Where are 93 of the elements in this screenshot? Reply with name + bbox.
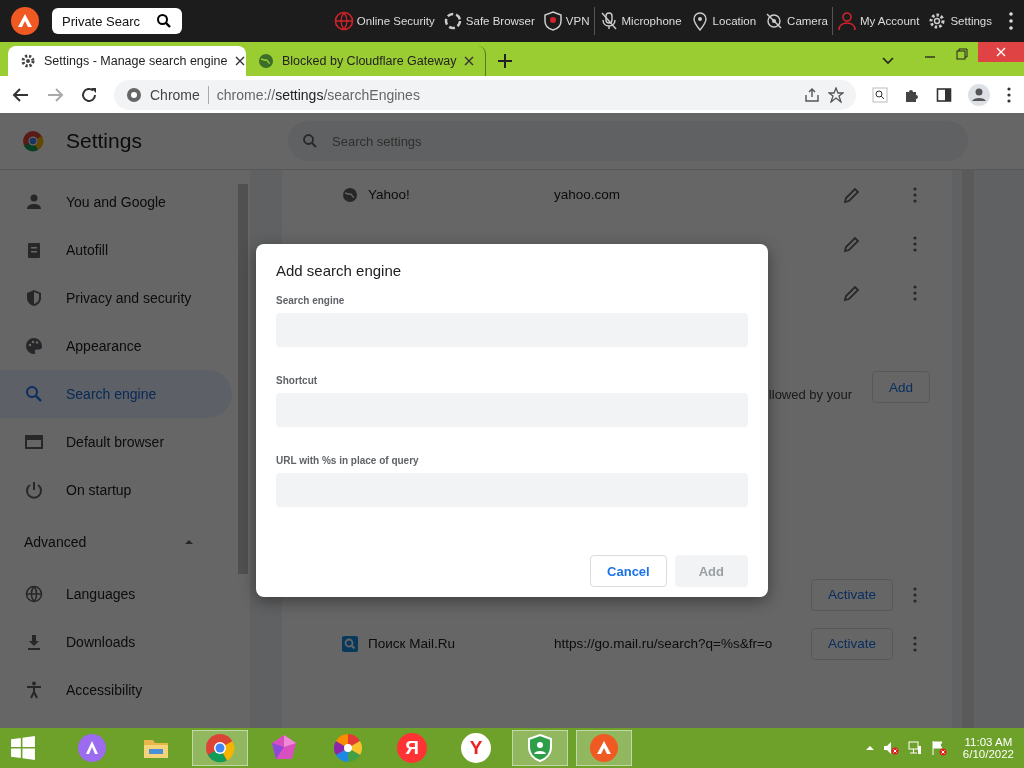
field-label: URL with %s in place of query xyxy=(276,455,420,466)
side-panel-icon[interactable] xyxy=(936,86,952,103)
globe-icon xyxy=(24,584,44,604)
person-icon xyxy=(837,11,857,31)
speaker-muted-icon[interactable] xyxy=(882,740,899,756)
activate-button[interactable]: Activate xyxy=(811,627,893,660)
new-tab-icon[interactable] xyxy=(498,54,512,68)
search-extension-icon[interactable] xyxy=(872,86,888,103)
person-icon xyxy=(24,192,44,212)
close-icon xyxy=(996,47,1006,57)
more-icon[interactable] xyxy=(1006,85,1012,104)
taskbar-app-button[interactable] xyxy=(576,730,632,766)
chrome-logo-icon xyxy=(22,130,44,152)
advanced-section-toggle[interactable]: Advanced xyxy=(0,514,232,570)
browser-tab[interactable]: Settings - Manage search engine xyxy=(8,46,246,76)
palette-icon xyxy=(24,336,44,356)
sidebar-item[interactable]: Default browser xyxy=(0,418,232,466)
taskbar-app-button[interactable]: Y xyxy=(448,730,504,766)
sidebar-item[interactable]: Accessibility xyxy=(0,666,232,714)
chevron-up-icon[interactable] xyxy=(864,743,875,753)
back-icon[interactable] xyxy=(12,85,30,104)
sidebar-item[interactable]: Downloads xyxy=(0,618,232,666)
dialog-title: Add search engine xyxy=(276,262,403,279)
shield-icon xyxy=(525,733,555,763)
clock[interactable]: 11:03 AM 6/10/2022 xyxy=(962,736,1014,760)
search-icon xyxy=(302,133,318,149)
taskbar-app-button[interactable] xyxy=(512,730,568,766)
search-icon xyxy=(24,384,44,404)
chevron-down-icon[interactable] xyxy=(882,54,894,66)
engine-name: Поиск Mail.Ru xyxy=(368,636,455,651)
globe-icon xyxy=(342,186,358,203)
toolbar-button[interactable]: Safe Browser xyxy=(438,7,539,35)
taskbar-app-button[interactable] xyxy=(192,730,248,766)
cancel-button[interactable]: Cancel xyxy=(590,555,667,587)
toolbar-button[interactable]: Online Security xyxy=(329,7,439,35)
toolbar-button[interactable]: Microphone xyxy=(593,7,686,35)
page-title: Settings xyxy=(66,129,143,153)
caret-up-icon xyxy=(184,537,194,547)
engine-url: https://go.mail.ru/search?q=%s&fr=o xyxy=(554,636,773,651)
engine-name: Yahoo! xyxy=(368,187,410,202)
globe-icon xyxy=(258,53,274,69)
restore-icon[interactable] xyxy=(956,48,968,60)
star-icon[interactable] xyxy=(828,86,844,103)
engine-keyword: yahoo.com xyxy=(554,187,621,202)
pinwheel-icon xyxy=(333,733,363,763)
sidebar-item[interactable]: On startup xyxy=(0,466,232,514)
network-icon[interactable] xyxy=(906,740,923,756)
sidebar-item[interactable]: You and Google xyxy=(0,178,232,226)
share-icon[interactable] xyxy=(804,86,820,103)
close-icon[interactable] xyxy=(235,56,246,66)
toolbar-button[interactable]: VPN xyxy=(538,7,594,35)
sidebar-item[interactable]: Autofill xyxy=(0,226,232,274)
assistant-icon xyxy=(77,733,107,763)
reload-icon[interactable] xyxy=(80,85,98,104)
shield-icon xyxy=(542,11,563,31)
field-label: Shortcut xyxy=(276,375,319,386)
forward-icon[interactable] xyxy=(46,85,64,104)
sidebar-item[interactable]: Search engine xyxy=(0,370,232,418)
gear-icon xyxy=(20,53,36,69)
accessibility-icon xyxy=(24,680,44,700)
add-button[interactable]: Add xyxy=(871,371,930,403)
pencil-icon[interactable] xyxy=(843,185,861,204)
profile-icon[interactable] xyxy=(968,83,990,106)
search-field[interactable]: Private Searc xyxy=(52,8,182,34)
field-label: Search engine xyxy=(276,295,346,306)
power-icon xyxy=(24,480,44,500)
windows-start-icon[interactable] xyxy=(10,735,36,761)
search-icon xyxy=(342,635,358,652)
flag-icon[interactable] xyxy=(930,740,947,756)
sidebar-item[interactable]: Appearance xyxy=(0,322,232,370)
toolbar-button[interactable]: My Account xyxy=(832,7,924,35)
pencil-icon[interactable] xyxy=(843,234,861,253)
sidebar-item[interactable]: Languages xyxy=(0,570,232,618)
description-text: llowed by your xyxy=(768,387,852,402)
toolbar-button[interactable]: Settings xyxy=(923,7,996,35)
more-icon[interactable] xyxy=(1008,11,1014,31)
shield-icon xyxy=(24,288,44,308)
browser-logo-icon xyxy=(589,733,619,763)
close-window-button[interactable] xyxy=(978,42,1024,62)
close-icon[interactable] xyxy=(464,56,475,66)
activate-button[interactable]: Activate xyxy=(811,578,893,611)
taskbar-app-button[interactable]: Я xyxy=(384,730,440,766)
search-icon[interactable] xyxy=(156,13,172,29)
browser-icon xyxy=(24,432,44,452)
toolbar-button[interactable]: Location xyxy=(685,7,761,35)
sidebar-item[interactable]: Privacy and security xyxy=(0,274,232,322)
logo-icon[interactable] xyxy=(10,6,40,36)
toolbar-button[interactable]: Camera xyxy=(760,7,832,35)
pencil-icon[interactable] xyxy=(843,283,861,302)
address-field[interactable]: Chrome chrome://settings/searchEngines xyxy=(114,79,856,110)
aperture-icon xyxy=(442,11,463,31)
globe-icon xyxy=(333,11,354,31)
scrollbar[interactable] xyxy=(238,184,248,574)
